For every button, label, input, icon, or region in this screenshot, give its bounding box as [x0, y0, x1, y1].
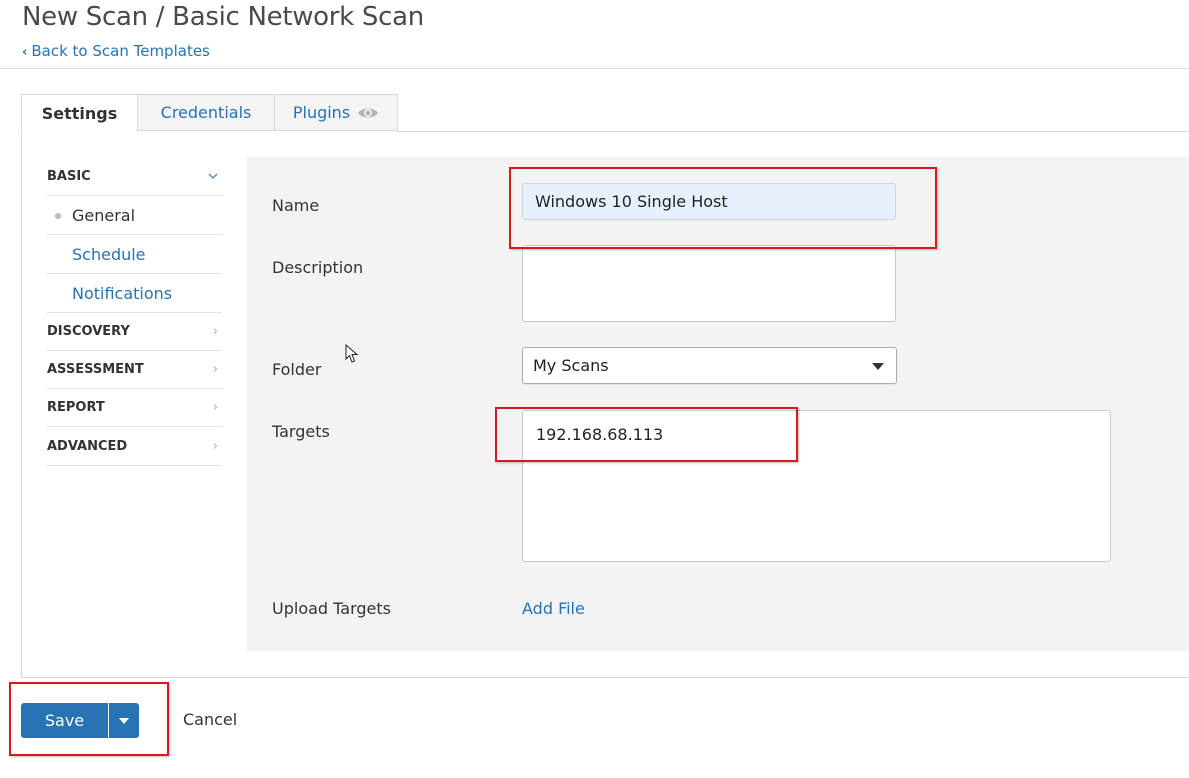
sidebar-section-assessment[interactable]: ASSESSMENT ›	[47, 351, 222, 389]
tab-settings-label: Settings	[41, 103, 118, 123]
sidebar-section-label: DISCOVERY	[47, 324, 130, 339]
tab-bar-divider	[397, 131, 1189, 132]
sidebar-section-label: BASIC	[47, 169, 91, 184]
caret-down-icon	[872, 363, 884, 370]
tab-settings[interactable]: Settings	[21, 94, 138, 132]
page-title: New Scan / Basic Network Scan	[22, 2, 424, 32]
description-field[interactable]	[522, 245, 896, 322]
name-field[interactable]: Windows 10 Single Host	[522, 183, 896, 220]
cancel-button[interactable]: Cancel	[183, 710, 237, 729]
description-label: Description	[272, 258, 364, 277]
add-file-link[interactable]: Add File	[522, 599, 585, 618]
mouse-pointer-icon	[345, 343, 359, 368]
sidebar-section-label: ADVANCED	[47, 439, 128, 454]
back-to-templates-link[interactable]: ‹ Back to Scan Templates	[22, 42, 210, 60]
settings-form-panel	[247, 157, 1189, 651]
sidebar-section-discovery[interactable]: DISCOVERY ›	[47, 313, 222, 351]
caret-down-icon	[119, 718, 129, 724]
tab-credentials-label: Credentials	[160, 103, 252, 122]
sidebar-item-label: Schedule	[72, 244, 146, 264]
chevron-right-icon: ›	[212, 400, 218, 415]
name-label: Name	[272, 196, 320, 215]
sidebar-section-label: REPORT	[47, 400, 105, 415]
sidebar-item-label: Notifications	[72, 283, 173, 303]
sidebar-item-schedule[interactable]: Schedule	[47, 235, 222, 274]
sidebar-item-general[interactable]: General	[47, 196, 222, 235]
sidebar-item-notifications[interactable]: Notifications	[47, 274, 222, 313]
header-divider	[0, 68, 1189, 69]
chevron-right-icon: ›	[212, 324, 218, 339]
chevron-right-icon: ›	[212, 362, 218, 377]
name-field-value: Windows 10 Single Host	[535, 192, 728, 211]
back-link-label: Back to Scan Templates	[31, 42, 210, 60]
tab-plugins-label: Plugins	[292, 103, 351, 122]
tab-plugins[interactable]: Plugins	[274, 94, 398, 131]
eye-icon[interactable]	[357, 106, 379, 120]
sidebar-section-advanced[interactable]: ADVANCED ›	[47, 428, 222, 466]
targets-field[interactable]: 192.168.68.113	[522, 410, 1111, 562]
folder-label: Folder	[272, 360, 322, 379]
bullet-icon	[55, 213, 61, 219]
sidebar-section-basic[interactable]: BASIC	[47, 158, 222, 196]
sidebar-section-label: ASSESSMENT	[47, 362, 144, 377]
targets-field-value: 192.168.68.113	[536, 425, 664, 444]
content-border	[21, 131, 22, 677]
content-border-bottom	[21, 677, 1189, 678]
sidebar-item-label: General	[72, 205, 136, 225]
chevron-left-icon: ‹	[22, 45, 28, 60]
chevron-down-icon	[208, 169, 218, 184]
sidebar-section-report[interactable]: REPORT ›	[47, 389, 222, 427]
folder-select[interactable]: My Scans	[522, 347, 897, 384]
save-button[interactable]: Save	[21, 703, 108, 738]
folder-select-value: My Scans	[533, 356, 609, 375]
save-dropdown-button[interactable]	[109, 703, 139, 738]
chevron-right-icon: ›	[212, 439, 218, 454]
upload-targets-label: Upload Targets	[272, 599, 391, 618]
targets-label: Targets	[272, 422, 330, 441]
tab-credentials[interactable]: Credentials	[137, 94, 275, 131]
